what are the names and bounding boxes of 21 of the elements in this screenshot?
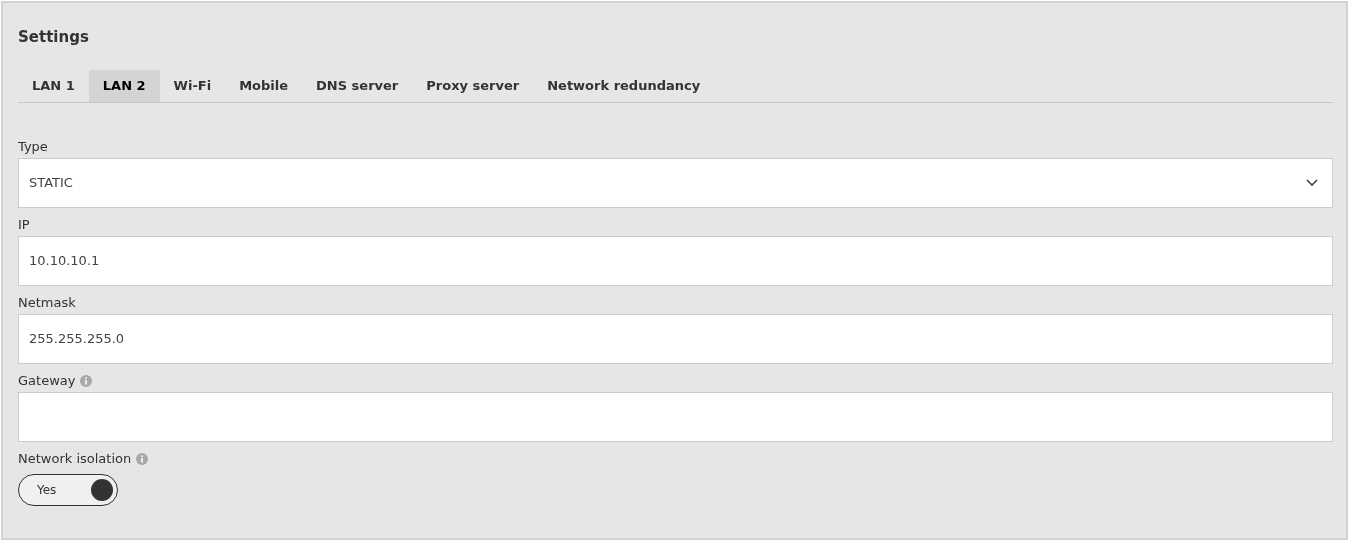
tab[interactable]: LAN 2 (88, 70, 160, 102)
panel-title: Settings (18, 27, 90, 48)
tab[interactable]: LAN 1 (18, 70, 89, 102)
input-field[interactable] (18, 392, 1333, 442)
field-label: Netmask (18, 294, 76, 313)
type-dropdown[interactable]: STATIC (18, 158, 1333, 208)
field-label: Type (18, 138, 48, 157)
input-field[interactable]: 10.10.10.1 (18, 236, 1333, 286)
tab[interactable]: Network redundancy (533, 70, 715, 102)
tab[interactable]: Wi-Fi (159, 70, 226, 102)
tab[interactable]: DNS server (302, 70, 413, 102)
toggle-switch[interactable]: Yes (18, 474, 118, 506)
input-field[interactable]: 255.255.255.0 (18, 314, 1333, 364)
tab[interactable]: Proxy server (412, 70, 534, 102)
info-icon[interactable] (136, 453, 149, 465)
field-label: IP (18, 216, 30, 235)
field-label: Gateway (18, 372, 76, 391)
chevron-down-icon (1306, 179, 1318, 187)
field-label: Network isolation (18, 450, 132, 469)
info-icon[interactable] (80, 375, 93, 387)
tab[interactable]: Mobile (225, 70, 303, 102)
